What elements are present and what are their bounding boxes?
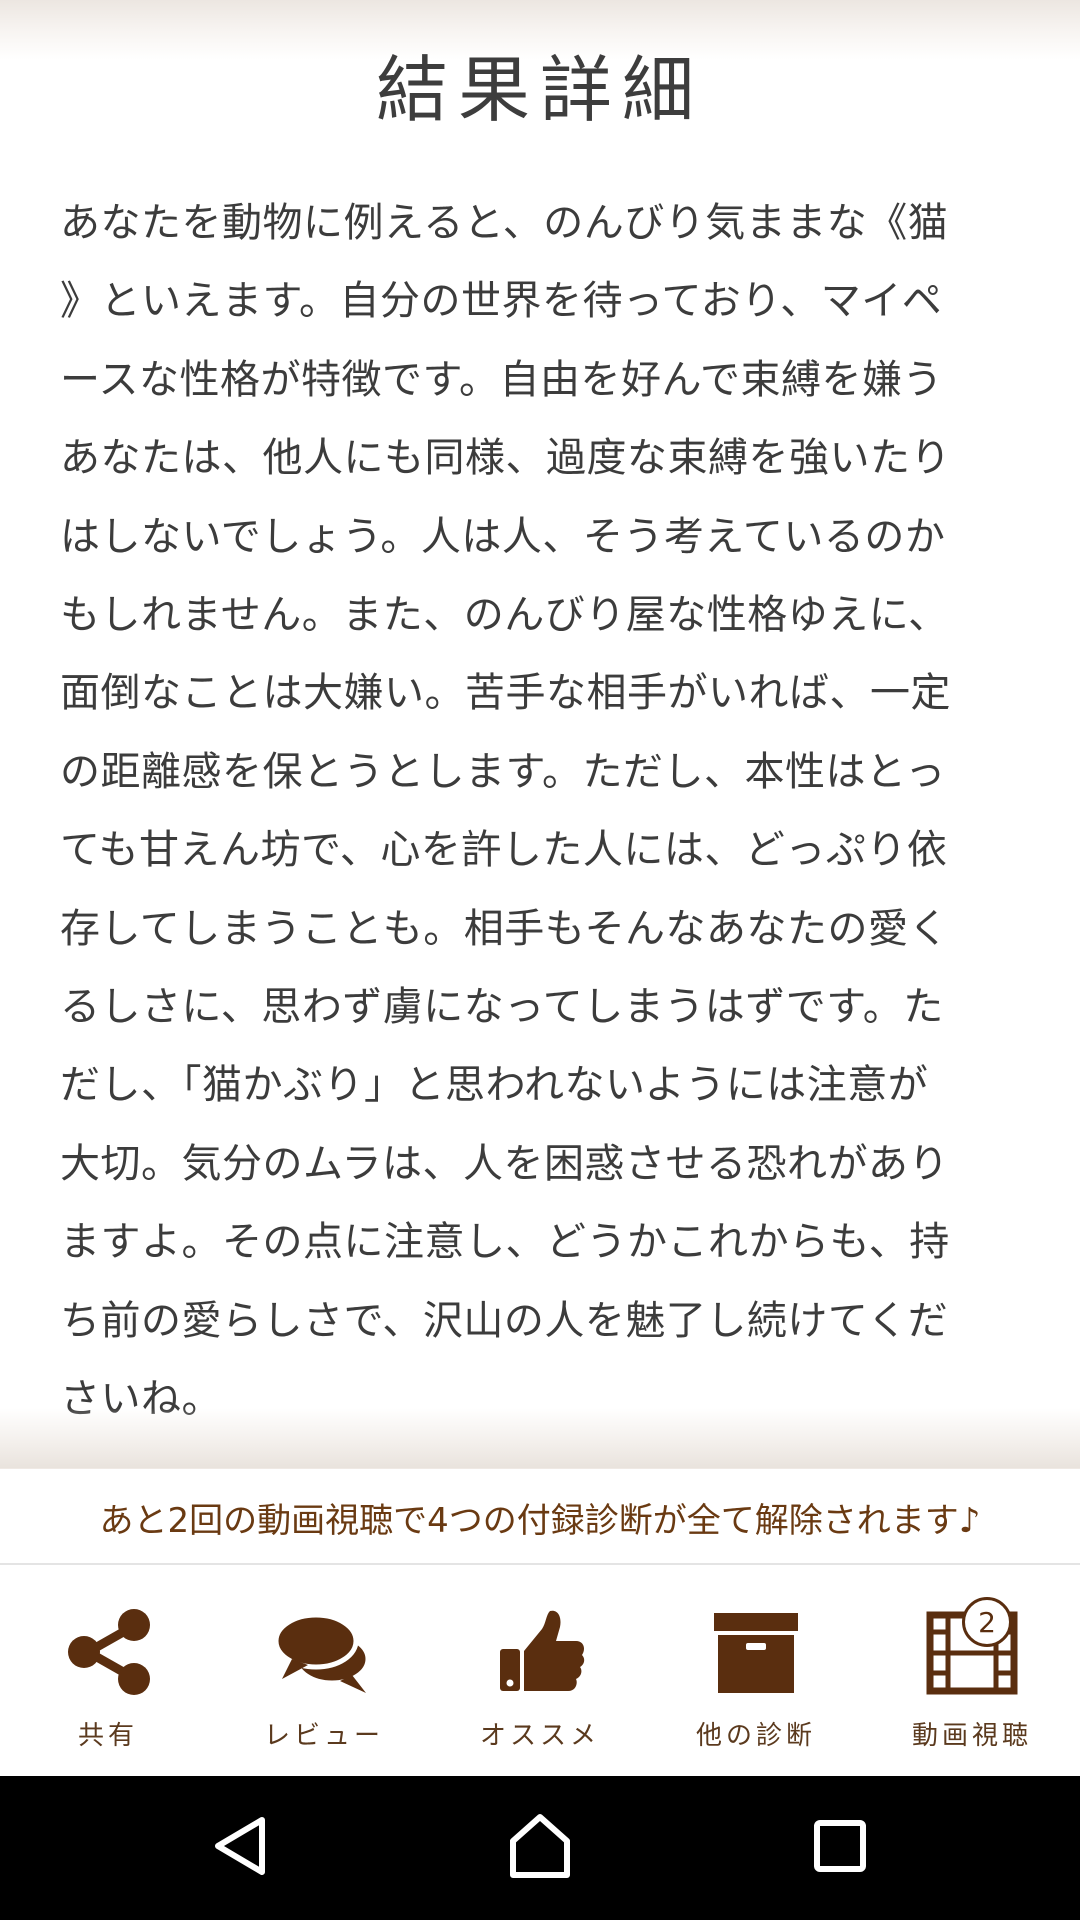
home-icon <box>505 1811 575 1885</box>
tab-watch-video-label: 動画視聴 <box>911 1721 1032 1751</box>
archive-box-icon <box>706 1607 806 1697</box>
film-icon: 2 <box>922 1597 1022 1697</box>
home-button[interactable] <box>480 1776 600 1920</box>
bottom-tab-bar: 共有 レビュー オススメ 他の診断 2 動画視聴 <box>0 1563 1080 1778</box>
app-screen: 結果詳細 あなたを動物に例えると、のんびり気ままな《猫 》といえます。自分の世界… <box>0 0 1080 1920</box>
thumbs-up-icon <box>490 1607 590 1697</box>
chat-bubbles-icon <box>273 1607 374 1697</box>
tab-watch-video[interactable]: 2 動画視聴 <box>864 1565 1080 1778</box>
recents-button[interactable] <box>780 1776 900 1920</box>
page-title: 結果詳細 <box>375 48 704 132</box>
tab-review-label: レビュー <box>263 1721 384 1751</box>
tab-other-tests[interactable]: 他の診断 <box>648 1565 864 1778</box>
tab-other-tests-label: 他の診断 <box>695 1721 816 1751</box>
content-bottom-shadow <box>0 1408 1080 1468</box>
tab-review[interactable]: レビュー <box>216 1565 432 1778</box>
unlock-notice[interactable]: あと2回の動画視聴で4つの付録診断が全て解除されます♪ <box>0 1468 1080 1565</box>
back-button[interactable] <box>180 1776 300 1920</box>
back-icon <box>210 1814 270 1882</box>
tab-share-label: 共有 <box>77 1721 138 1751</box>
tab-recommend[interactable]: オススメ <box>432 1565 648 1778</box>
tab-recommend-label: オススメ <box>479 1721 600 1751</box>
video-count-badge: 2 <box>962 1597 1012 1647</box>
recents-icon <box>810 1816 870 1880</box>
share-icon <box>58 1607 158 1697</box>
system-navigation-bar <box>0 1776 1080 1920</box>
unlock-notice-text: あと2回の動画視聴で4つの付録診断が全て解除されます♪ <box>99 1500 981 1541</box>
tab-share[interactable]: 共有 <box>0 1565 216 1778</box>
result-description: あなたを動物に例えると、のんびり気ままな《猫 》といえます。自分の世界を待ってお… <box>60 200 951 1423</box>
